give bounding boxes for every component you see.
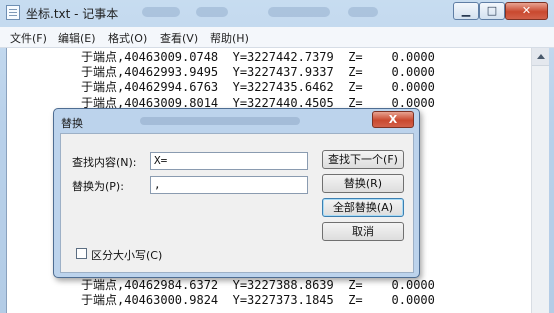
blurred-title-area <box>140 117 300 125</box>
find-label: 查找内容(N): <box>72 156 137 169</box>
dialog-close-button[interactable]: X <box>372 111 414 128</box>
text-line: 于端点,40463009.0748 Y=3227442.7379 Z= 0.00… <box>81 50 435 64</box>
scroll-up-arrow-icon[interactable] <box>532 48 549 66</box>
notepad-icon <box>6 5 20 20</box>
blurred-title-area <box>196 7 228 17</box>
replace-input[interactable]: , <box>150 176 308 194</box>
replace-dialog: 替换 X 查找内容(N): X= 替换为(P): , 区分大小写(C) 查找下一… <box>53 108 420 278</box>
menu-view[interactable]: 查看(V) <box>160 30 198 46</box>
text-line: 于端点,40462994.6763 Y=3227435.6462 Z= 0.00… <box>81 80 435 95</box>
minimize-button[interactable]: ▁ <box>453 2 479 20</box>
menu-help[interactable]: 帮助(H) <box>210 30 249 46</box>
title-bar[interactable]: 坐标.txt - 记事本 ▁ □ ✕ <box>0 0 554 26</box>
maximize-button[interactable]: □ <box>479 2 505 20</box>
cancel-button[interactable]: 取消 <box>322 222 404 241</box>
blurred-title-area <box>268 7 330 17</box>
replace-all-button[interactable]: 全部替换(A) <box>322 198 404 217</box>
menu-bar: 文件(F) 编辑(E) 格式(O) 查看(V) 帮助(H) <box>0 27 554 48</box>
menu-format[interactable]: 格式(O) <box>108 30 147 46</box>
match-case-checkbox[interactable] <box>76 248 87 259</box>
blurred-title-area <box>142 7 180 17</box>
blurred-title-area <box>348 7 378 17</box>
find-next-button[interactable]: 查找下一个(F) <box>322 150 404 169</box>
match-case-label: 区分大小写(C) <box>91 249 163 262</box>
text-line: 于端点,40462984.6372 Y=3227388.8639 Z= 0.00… <box>81 278 435 293</box>
dialog-body: 查找内容(N): X= 替换为(P): , 区分大小写(C) 查找下一个(F) … <box>60 133 414 273</box>
dialog-title: 替换 <box>61 117 83 130</box>
dialog-title-bar[interactable]: 替换 X <box>54 109 419 133</box>
text-line: 于端点,40463000.9824 Y=3227373.1845 Z= 0.00… <box>81 293 435 308</box>
close-button[interactable]: ✕ <box>505 2 548 20</box>
find-input[interactable]: X= <box>150 152 308 170</box>
menu-edit[interactable]: 编辑(E) <box>58 30 96 46</box>
notepad-window: 坐标.txt - 记事本 ▁ □ ✕ 文件(F) 编辑(E) 格式(O) 查看(… <box>0 0 554 313</box>
window-title: 坐标.txt - 记事本 <box>26 7 119 21</box>
text-line: 于端点,40462993.9495 Y=3227437.9337 Z= 0.00… <box>81 65 435 80</box>
menu-file[interactable]: 文件(F) <box>10 30 47 46</box>
replace-label: 替换为(P): <box>72 180 124 193</box>
replace-button[interactable]: 替换(R) <box>322 174 404 193</box>
vertical-scrollbar[interactable] <box>531 48 549 313</box>
